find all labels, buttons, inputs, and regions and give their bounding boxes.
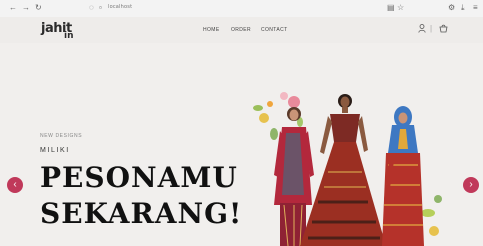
extensions-icon[interactable]: ⚙ [448, 3, 455, 13]
browser-toolbar: ← → ↻ ◌ ▫ localhost ▤ ☆ ⚙ ⤓ ≡ [0, 0, 483, 18]
bookmark-star-icon[interactable]: ☆ [397, 3, 404, 13]
model-figure-center [300, 94, 386, 246]
hero-banner: NEW DESIGNS MILIKI PESONAMU SEKARANG! ‹ … [0, 43, 483, 246]
cart-icon[interactable] [439, 24, 448, 35]
hero-small-label: NEW DESIGNS [40, 133, 83, 139]
reader-icon[interactable]: ▤ [387, 3, 395, 13]
nav-home[interactable]: HOME [203, 27, 220, 33]
download-icon[interactable]: ⤓ [461, 3, 465, 13]
menu-icon[interactable]: ≡ [473, 3, 478, 13]
hero-headline-line2: SEKARANG! [40, 197, 243, 230]
nav-order[interactable]: ORDER [231, 27, 251, 33]
back-icon[interactable]: ← [9, 3, 17, 13]
url-bar[interactable]: localhost [108, 4, 132, 10]
hero-headline-line1: PESONAMU [40, 161, 238, 194]
forward-icon[interactable]: → [22, 3, 30, 13]
shield-icon[interactable]: ◌ [89, 3, 94, 13]
reload-icon[interactable]: ↻ [35, 3, 42, 13]
user-icon[interactable] [418, 24, 426, 35]
hero-tagline: MILIKI [40, 147, 70, 154]
site-header: jahit in HOME ORDER CONTACT | [0, 17, 483, 43]
divider: | [430, 24, 433, 33]
prev-slide-button[interactable]: ‹ [7, 177, 23, 193]
nav-contact[interactable]: CONTACT [261, 27, 288, 33]
next-slide-button[interactable]: › [463, 177, 479, 193]
page-icon: ▫ [99, 3, 102, 12]
model-figure-right [382, 106, 424, 246]
logo-sub: in [64, 31, 74, 41]
